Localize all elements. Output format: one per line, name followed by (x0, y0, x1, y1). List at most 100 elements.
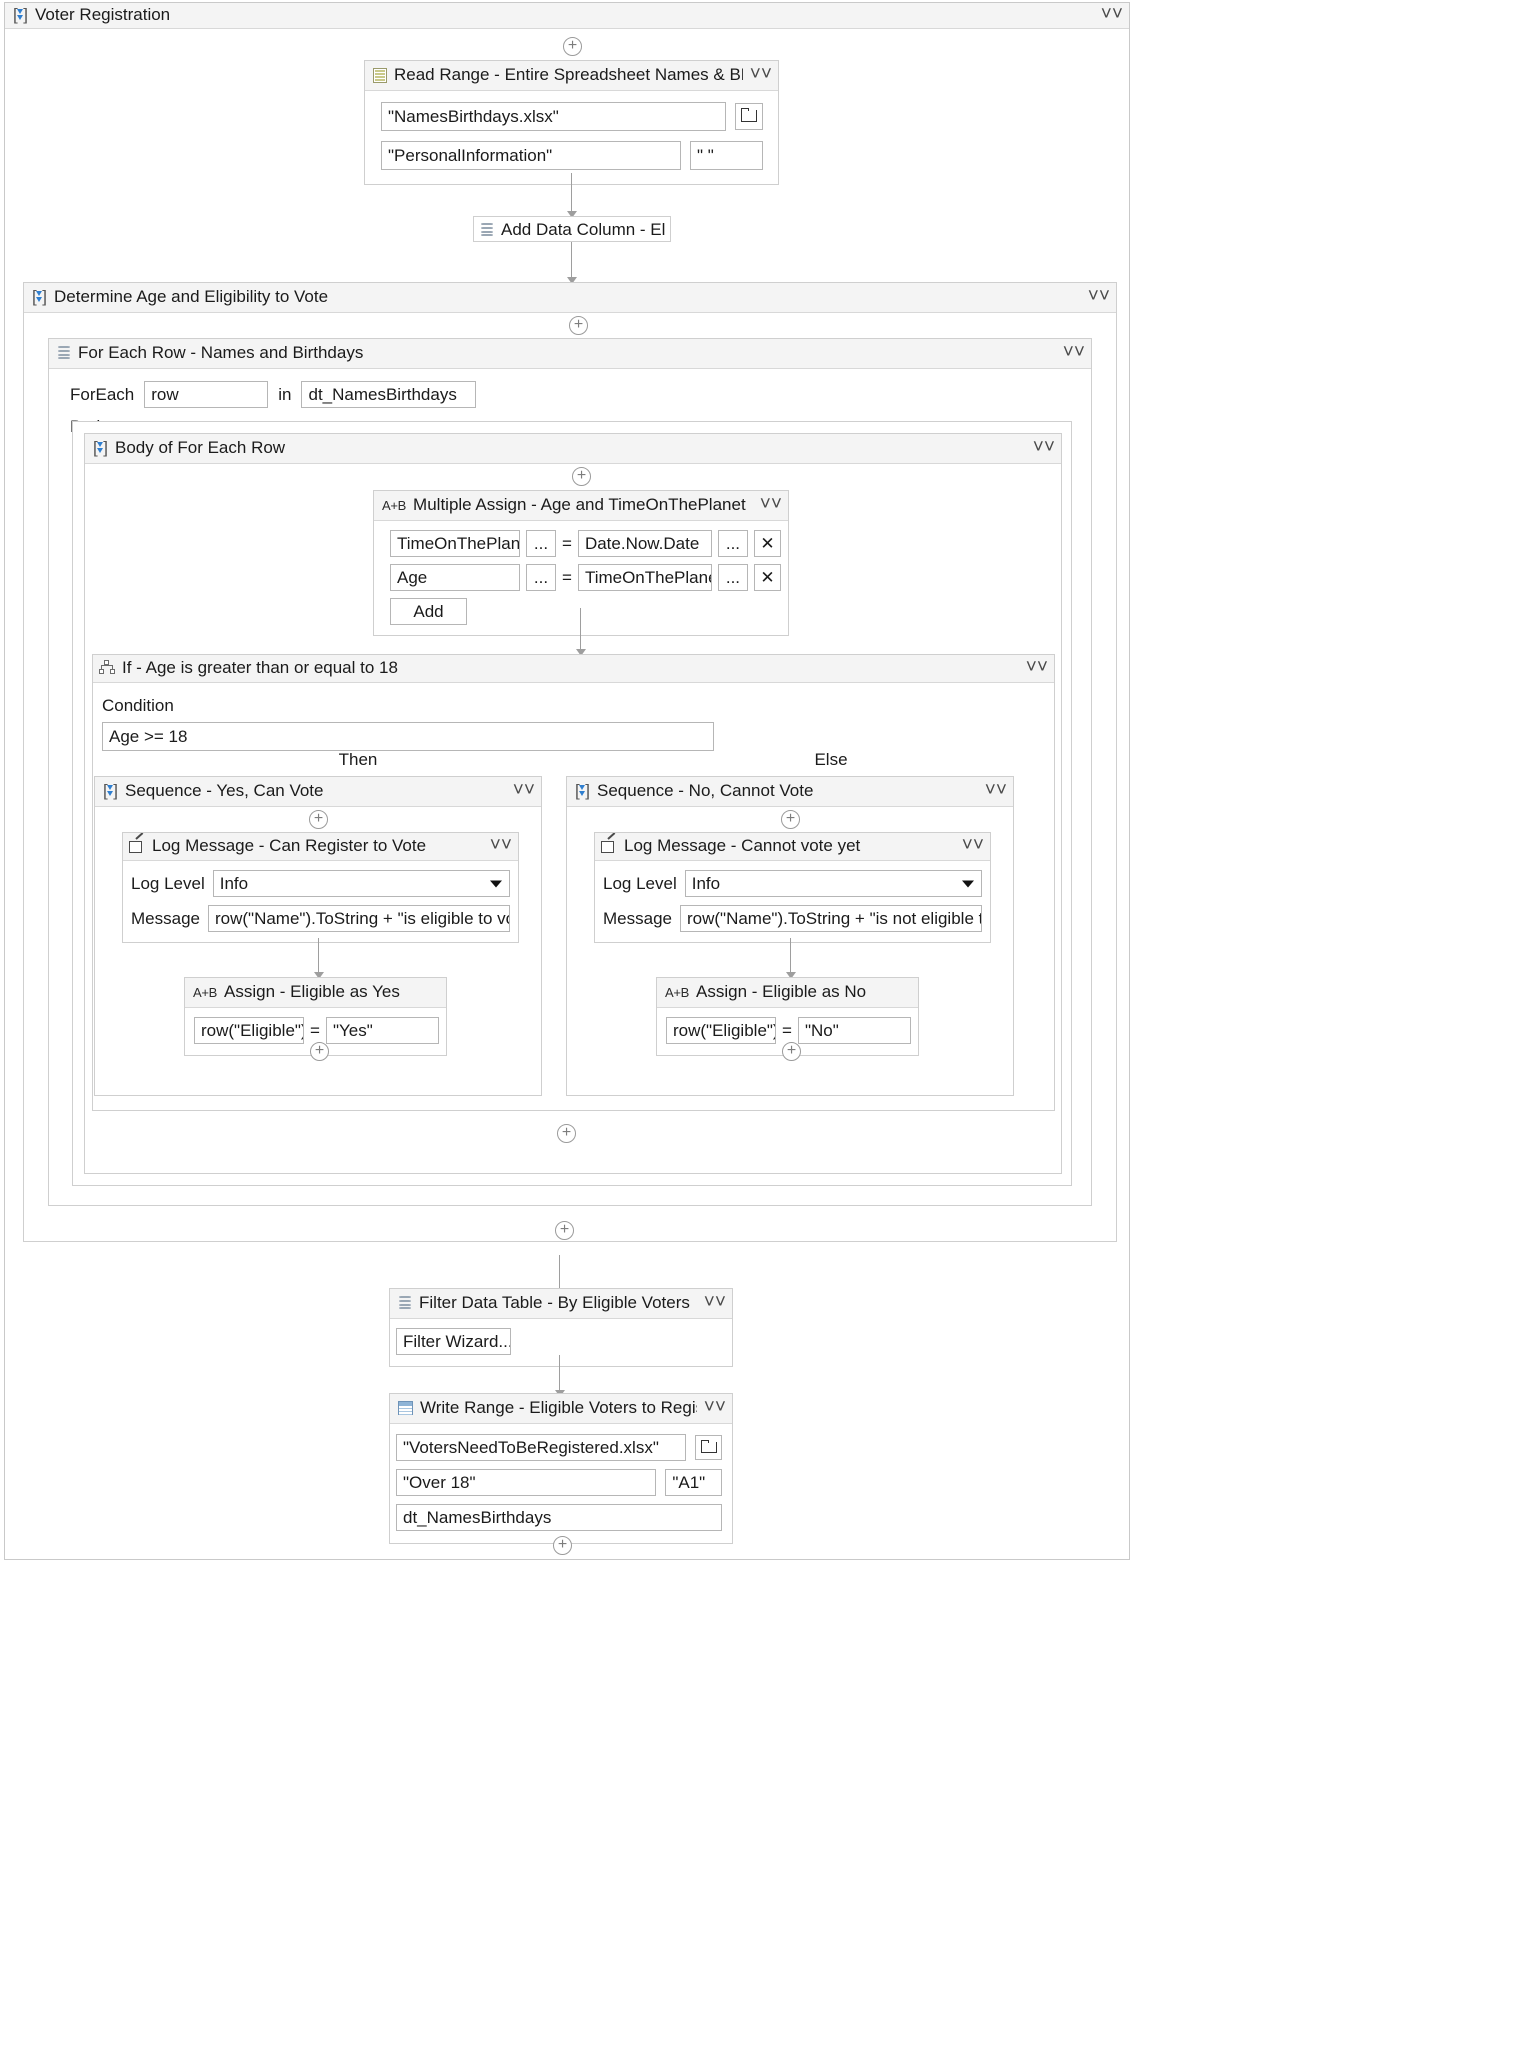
then-sequence-header[interactable]: Sequence - Yes, Can Vote ˅˅ (95, 777, 541, 807)
add-activity-plus-then-top[interactable] (309, 810, 328, 829)
else-assign-value-input[interactable]: "No" (797, 1017, 911, 1044)
add-activity-plus-body-top[interactable] (572, 467, 591, 486)
else-assign-header[interactable]: A+B Assign - Eligible as No (657, 978, 918, 1008)
foreach-item-variable-input[interactable]: row (144, 381, 269, 408)
chevron-up-icon[interactable]: ˅˅ (985, 781, 1007, 800)
add-activity-plus-body-bottom[interactable] (557, 1124, 576, 1143)
assign-row-1-to-input[interactable]: Age (390, 564, 520, 591)
chevron-up-icon[interactable]: ˅˅ (704, 1293, 726, 1312)
write-range-header[interactable]: Write Range - Eligible Voters to Registe… (390, 1394, 732, 1424)
chevron-up-icon[interactable]: ˅˅ (1101, 5, 1123, 24)
root-sequence-header[interactable]: Voter Registration ˅˅ (5, 3, 1129, 29)
then-assign-value-input[interactable]: "Yes" (325, 1017, 439, 1044)
else-assign-equals: = (782, 1020, 792, 1040)
activity-write-range[interactable]: Write Range - Eligible Voters to Registe… (389, 1393, 733, 1544)
assign-row-1-value-ellipsis-button[interactable]: ... (717, 564, 748, 591)
assign-row-0-value-ellipsis-button[interactable]: ... (717, 530, 748, 557)
else-log-message-header[interactable]: Log Message - Cannot vote yet ˅˅ (595, 833, 990, 861)
then-log-message-title: Log Message - Can Register to Vote (152, 836, 427, 855)
else-message-input[interactable]: row("Name").ToString + "is not eligible … (679, 905, 982, 932)
if-condition-input[interactable]: Age >= 18 (102, 722, 714, 751)
connector-multipleassign-if (580, 608, 581, 652)
add-activity-plus-determine-bottom[interactable] (555, 1221, 574, 1240)
determine-scope-title: Determine Age and Eligibility to Vote (54, 287, 329, 306)
activity-for-each-row[interactable]: For Each Row - Names and Birthdays ˅˅ Fo… (48, 338, 1092, 1206)
activity-log-message-cannot-vote[interactable]: Log Message - Cannot vote yet ˅˅ Log Lev… (594, 832, 991, 943)
root-sequence-voter-registration[interactable]: Voter Registration ˅˅ Read Range - Entir… (4, 2, 1130, 1560)
chevron-up-icon[interactable]: ˅˅ (1033, 438, 1055, 457)
else-sequence-title: Sequence - No, Cannot Vote (597, 781, 814, 800)
read-range-sheet-name-input[interactable]: "PersonalInformation" (381, 141, 681, 170)
sequence-icon (575, 781, 590, 801)
else-log-level-select[interactable]: Info (684, 870, 982, 897)
else-sequence-header[interactable]: Sequence - No, Cannot Vote ˅˅ (567, 777, 1013, 807)
sequence-body-of-for-each-row[interactable]: Body of For Each Row ˅˅ A+B Multiple Ass… (84, 433, 1062, 1174)
write-range-sheet-name-input[interactable]: "Over 18" (396, 1469, 657, 1496)
connector-readrange-adddatacolumn (571, 173, 572, 213)
chevron-down-icon[interactable] (962, 880, 974, 887)
sequence-determine-age-eligibility[interactable]: Determine Age and Eligibility to Vote ˅˅… (23, 282, 1117, 1242)
activity-log-message-can-register[interactable]: Log Message - Can Register to Vote ˅˅ Lo… (122, 832, 519, 943)
add-activity-plus-else-bottom[interactable] (782, 1042, 801, 1061)
then-assign-header[interactable]: A+B Assign - Eligible as Yes (185, 978, 446, 1008)
then-message-input[interactable]: row("Name").ToString + "is eligible to v… (207, 905, 510, 932)
assign-row-0-to-ellipsis-button[interactable]: ... (526, 530, 556, 557)
chevron-down-icon[interactable] (490, 880, 502, 887)
chevron-up-icon[interactable]: ˅˅ (1088, 287, 1110, 306)
else-message-label: Message (603, 908, 672, 928)
chevron-up-icon[interactable]: ˅˅ (750, 65, 772, 84)
activity-add-data-column[interactable]: Add Data Column - Eligib (473, 216, 671, 242)
activity-read-range[interactable]: Read Range - Entire Spreadsheet Names & … (364, 60, 779, 185)
add-activity-plus-then-bottom[interactable] (310, 1042, 329, 1061)
chevron-up-icon[interactable]: ˅˅ (1026, 658, 1048, 677)
body-sequence-header[interactable]: Body of For Each Row ˅˅ (85, 434, 1061, 464)
sequence-yes-can-vote[interactable]: Sequence - Yes, Can Vote ˅˅ Log Message … (94, 776, 542, 1096)
read-range-range-input[interactable]: " " (690, 141, 763, 170)
multiple-assign-title: Multiple Assign - Age and TimeOnThePlane… (413, 495, 746, 514)
for-each-row-header[interactable]: For Each Row - Names and Birthdays ˅˅ (49, 339, 1091, 369)
activity-multiple-assign[interactable]: A+B Multiple Assign - Age and TimeOnTheP… (373, 490, 789, 636)
write-range-range-input[interactable]: "A1" (665, 1469, 722, 1496)
foreach-collection-input[interactable]: dt_NamesBirthdays (301, 381, 477, 408)
assign-row-1-value-input[interactable]: TimeOnThePlanet (577, 564, 712, 591)
write-range-workbook-path-input[interactable]: "VotersNeedToBeRegistered.xlsx" (396, 1434, 686, 1461)
then-assign-to-input[interactable]: row("Eligible") (194, 1017, 304, 1044)
determine-scope-header[interactable]: Determine Age and Eligibility to Vote ˅˅ (24, 283, 1116, 313)
chevron-up-icon[interactable]: ˅˅ (1063, 343, 1085, 362)
add-activity-plus-top[interactable] (563, 37, 582, 56)
add-activity-plus-else-top[interactable] (781, 810, 800, 829)
sequence-icon (93, 438, 108, 458)
activity-filter-data-table[interactable]: Filter Data Table - By Eligible Voters ˅… (389, 1288, 733, 1367)
assign-row-1-equals: = (562, 567, 572, 587)
assign-row-1-remove-button[interactable]: ✕ (753, 564, 781, 591)
chevron-up-icon[interactable]: ˅˅ (962, 836, 984, 855)
folder-icon[interactable] (694, 1435, 722, 1460)
read-range-header[interactable]: Read Range - Entire Spreadsheet Names & … (365, 61, 778, 91)
chevron-up-icon[interactable]: ˅˅ (490, 836, 512, 855)
add-activity-plus-bottom[interactable] (553, 1536, 572, 1555)
add-activity-plus-determine-top[interactable] (569, 316, 588, 335)
read-range-workbook-path-input[interactable]: "NamesBirthdays.xlsx" (381, 102, 726, 131)
write-range-datatable-input[interactable]: dt_NamesBirthdays (396, 1504, 722, 1531)
else-assign-to-input[interactable]: row("Eligible") (666, 1017, 776, 1044)
else-log-level-label: Log Level (603, 873, 677, 893)
assign-row-0-to-input[interactable]: TimeOnThePlanet (390, 530, 520, 557)
assign-row-1-to-ellipsis-button[interactable]: ... (526, 564, 556, 591)
then-log-message-header[interactable]: Log Message - Can Register to Vote ˅˅ (123, 833, 518, 861)
filter-data-table-header[interactable]: Filter Data Table - By Eligible Voters ˅… (390, 1289, 732, 1319)
multiple-assign-header[interactable]: A+B Multiple Assign - Age and TimeOnTheP… (374, 491, 788, 521)
add-data-column-header[interactable]: Add Data Column - Eligib (474, 217, 670, 241)
activity-if[interactable]: If - Age is greater than or equal to 18 … (92, 654, 1055, 1111)
folder-icon[interactable] (735, 103, 763, 130)
else-assign-title: Assign - Eligible as No (696, 982, 867, 1001)
if-header[interactable]: If - Age is greater than or equal to 18 … (93, 655, 1054, 683)
then-log-level-select[interactable]: Info (212, 870, 510, 897)
chevron-up-icon[interactable]: ˅˅ (704, 1398, 726, 1417)
assign-row-0-remove-button[interactable]: ✕ (753, 530, 781, 557)
assign-row-0-value-input[interactable]: Date.Now.Date (577, 530, 712, 557)
sequence-no-cannot-vote[interactable]: Sequence - No, Cannot Vote ˅˅ Log Messag… (566, 776, 1014, 1096)
filter-wizard-button[interactable]: Filter Wizard... (396, 1328, 511, 1355)
multiple-assign-add-button[interactable]: Add (390, 598, 467, 625)
chevron-up-icon[interactable]: ˅˅ (760, 495, 782, 514)
chevron-up-icon[interactable]: ˅˅ (513, 781, 535, 800)
